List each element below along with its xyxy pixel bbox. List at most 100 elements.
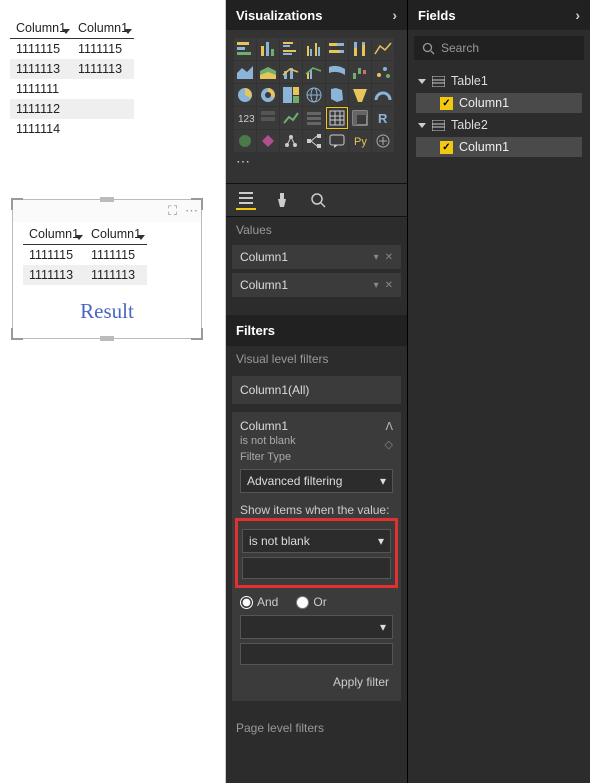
scatter-icon[interactable] <box>372 61 394 83</box>
chevron-right-icon[interactable]: › <box>392 7 397 23</box>
table-node[interactable]: Table1 <box>412 70 586 92</box>
svg-text:Py: Py <box>354 136 367 148</box>
col-header[interactable]: Column1 <box>72 18 134 39</box>
visualizations-pane: Visualizations › 123 R <box>226 0 408 783</box>
remove-icon[interactable]: ✕ <box>385 252 393 263</box>
checkbox-checked-icon[interactable]: ✓ <box>440 141 453 154</box>
value-well[interactable]: Column1▾✕ <box>232 245 401 269</box>
powerapps-icon[interactable] <box>257 130 279 152</box>
resize-handle[interactable] <box>11 198 23 210</box>
card-icon[interactable]: 123 <box>234 107 256 129</box>
cell: 1111115 <box>23 245 85 266</box>
resize-handle[interactable] <box>191 328 203 340</box>
decomposition-tree-icon[interactable] <box>303 130 325 152</box>
sort-icon <box>75 235 83 240</box>
chevron-down-icon[interactable]: ▾ <box>374 252 379 263</box>
col-header[interactable]: Column1 <box>10 18 72 39</box>
filter-card-expanded[interactable]: Column1 ᐱ is not blank ◇ Filter Type <box>232 412 401 465</box>
cell: 1111115 <box>10 39 72 60</box>
key-influencers-icon[interactable] <box>280 130 302 152</box>
condition2-select[interactable]: ▾ <box>240 615 393 639</box>
field-item[interactable]: ✓ Column1 <box>416 93 582 113</box>
data-table-2: Column1 Column1 11111151111115 111111311… <box>23 224 147 285</box>
values-label: Values <box>226 217 407 243</box>
waterfall-icon[interactable] <box>349 61 371 83</box>
col-header[interactable]: Column1 <box>85 224 147 245</box>
condition-select[interactable]: is not blank▾ <box>242 529 391 553</box>
clustered-column-icon[interactable] <box>303 38 325 60</box>
or-radio[interactable]: Or <box>296 595 326 609</box>
arcgis-icon[interactable] <box>234 130 256 152</box>
import-visual-icon[interactable] <box>372 130 394 152</box>
stacked-bar-icon[interactable] <box>234 38 256 60</box>
chevron-up-icon[interactable]: ᐱ <box>385 420 393 433</box>
fields-tab-icon[interactable] <box>236 190 256 210</box>
visualization-gallery: 123 R Py ⋯ <box>226 30 407 183</box>
multi-row-card-icon[interactable] <box>257 107 279 129</box>
clustered-bar-icon[interactable] <box>280 38 302 60</box>
filter-card-collapsed[interactable]: Column1(All) <box>232 376 401 404</box>
checkbox-checked-icon[interactable]: ✓ <box>440 97 453 110</box>
selected-visual[interactable]: ⛶ ⋯ Column1 Column1 11111151111115 11111… <box>12 199 202 339</box>
and-radio[interactable]: And <box>240 595 278 609</box>
area-chart-icon[interactable] <box>234 61 256 83</box>
dropdown-arrow-icon: ▾ <box>378 534 384 548</box>
fields-header[interactable]: Fields › <box>408 0 590 30</box>
result-label: Result <box>13 291 201 338</box>
donut-chart-icon[interactable] <box>257 84 279 106</box>
condition-value-input[interactable] <box>242 557 391 579</box>
more-options-icon[interactable]: ⋯ <box>184 204 199 219</box>
cell: 1111112 <box>10 99 72 119</box>
clear-filter-icon[interactable]: ◇ <box>385 438 393 451</box>
map-icon[interactable] <box>303 84 325 106</box>
stacked-area-icon[interactable] <box>257 61 279 83</box>
chevron-right-icon[interactable]: › <box>575 7 580 23</box>
more-visuals-icon[interactable]: ⋯ <box>234 153 256 175</box>
field-item[interactable]: ✓ Column1 <box>416 137 582 157</box>
report-canvas[interactable]: Column1 Column1 1111115 1111115 111111311… <box>0 0 226 783</box>
slicer-icon[interactable] <box>303 107 325 129</box>
line-chart-icon[interactable] <box>372 38 394 60</box>
chevron-down-icon[interactable]: ▾ <box>374 280 379 291</box>
matrix-icon[interactable] <box>349 107 371 129</box>
table-icon <box>432 76 445 87</box>
kpi-icon[interactable] <box>280 107 302 129</box>
gauge-icon[interactable] <box>372 84 394 106</box>
visual-filters-label: Visual level filters <box>226 346 407 372</box>
table-node[interactable]: Table2 <box>412 114 586 136</box>
resize-handle[interactable] <box>100 336 114 341</box>
filled-map-icon[interactable] <box>326 84 348 106</box>
stacked-column-icon[interactable] <box>257 38 279 60</box>
table-visual-icon[interactable] <box>326 107 348 129</box>
logic-radios: And Or <box>240 595 393 609</box>
treemap-icon[interactable] <box>280 84 302 106</box>
apply-filter-button[interactable]: Apply filter <box>240 667 393 693</box>
fields-search[interactable]: Search <box>414 36 584 60</box>
ribbon-chart-icon[interactable] <box>326 61 348 83</box>
cell: 1111111 <box>10 79 72 99</box>
line-stacked-column-icon[interactable] <box>280 61 302 83</box>
expand-icon <box>418 123 426 128</box>
filter-type-select[interactable]: Advanced filtering▾ <box>240 469 393 493</box>
focus-mode-icon[interactable]: ⛶ <box>165 204 180 219</box>
col-header[interactable]: Column1 <box>23 224 85 245</box>
format-tab-icon[interactable] <box>272 190 292 210</box>
sort-icon <box>137 235 145 240</box>
resize-handle[interactable] <box>11 328 23 340</box>
highlighted-region: is not blank▾ <box>238 521 395 585</box>
cell: 1111113 <box>72 59 134 79</box>
funnel-icon[interactable] <box>349 84 371 106</box>
condition2-value-input[interactable] <box>240 643 393 665</box>
line-clustered-column-icon[interactable] <box>303 61 325 83</box>
qa-icon[interactable] <box>326 130 348 152</box>
analytics-tab-icon[interactable] <box>308 190 328 210</box>
remove-icon[interactable]: ✕ <box>385 280 393 291</box>
python-visual-icon[interactable]: Py <box>349 130 371 152</box>
stacked-bar-100-icon[interactable] <box>326 38 348 60</box>
r-visual-icon[interactable]: R <box>372 107 394 129</box>
value-well[interactable]: Column1▾✕ <box>232 273 401 297</box>
pie-chart-icon[interactable] <box>234 84 256 106</box>
visualizations-header[interactable]: Visualizations › <box>226 0 407 30</box>
resize-handle[interactable] <box>100 197 114 202</box>
stacked-column-100-icon[interactable] <box>349 38 371 60</box>
